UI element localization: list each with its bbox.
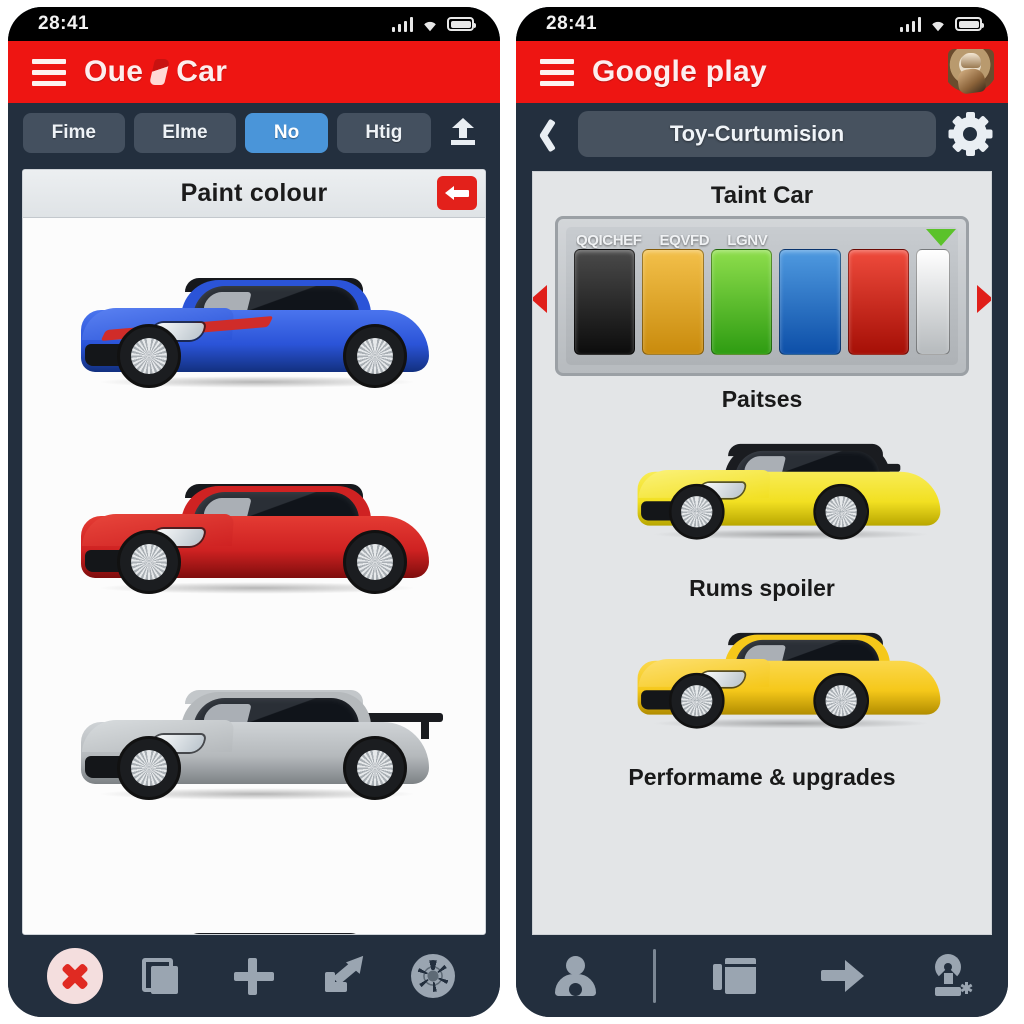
user-avatar-icon[interactable] <box>948 49 994 95</box>
swatch-red[interactable] <box>847 249 910 355</box>
list-item[interactable] <box>533 415 991 565</box>
right-appbar: Google play <box>516 41 1008 103</box>
status-icons <box>391 16 476 32</box>
list-item[interactable] <box>23 630 485 836</box>
right-arrow-icon[interactable] <box>813 947 871 1005</box>
chevron-left-icon[interactable] <box>538 117 564 153</box>
option-label-paitses: Paitses <box>721 386 803 412</box>
signal-icon <box>391 16 413 32</box>
person-icon[interactable] <box>546 947 604 1005</box>
silver-coupe-wing-image <box>59 658 449 808</box>
wifi-icon <box>424 21 436 31</box>
red-sedan-partial-image <box>59 901 449 934</box>
list-item[interactable] <box>23 424 485 630</box>
right-nav-bar: Toy-Curtumision <box>516 103 1008 165</box>
yellow-coupe-image <box>618 622 941 735</box>
blue-sports-coupe-image <box>59 246 449 396</box>
status-time: 28:41 <box>38 13 90 34</box>
page-title: Paint colour <box>180 179 328 207</box>
right-phone: 28:41 Google play Toy-Curtumision Taint … <box>516 7 1008 1017</box>
battery-icon <box>447 17 476 31</box>
red-muscle-car-image <box>59 452 449 602</box>
left-bottom-toolbar <box>8 935 500 1017</box>
tab-fime[interactable]: Fime <box>23 113 125 153</box>
yellow-muscle-car-spoiler-image <box>618 433 941 546</box>
duplicate-window-icon[interactable] <box>135 947 193 1005</box>
right-app-title: Google play <box>592 55 767 88</box>
plus-icon[interactable] <box>225 947 283 1005</box>
status-bar-right: 28:41 <box>516 7 1008 41</box>
toolbar-divider <box>653 949 657 1003</box>
left-app-title-suffix: Car <box>176 55 228 88</box>
app-logo-mark-icon <box>149 59 171 85</box>
signal-icon <box>899 16 921 32</box>
right-bottom-toolbar <box>516 935 1008 1017</box>
dual-phone-screenshot: 28:41 Oue Car Fime Elme No Htig Paint co… <box>0 0 1024 1024</box>
left-app-title-text: Oue <box>84 55 144 88</box>
tab-htig[interactable]: Htig <box>336 113 431 153</box>
swatch-black[interactable] <box>574 249 636 355</box>
panel-title: Taint Car <box>710 182 814 209</box>
box-window-icon[interactable] <box>706 947 764 1005</box>
swatch-gold[interactable] <box>642 249 704 355</box>
paint-colour-card: Paint colour <box>22 169 486 935</box>
left-phone: 28:41 Oue Car Fime Elme No Htig Paint co… <box>8 7 500 1017</box>
swatch-row <box>566 227 958 365</box>
left-app-title: Oue Car <box>84 55 227 89</box>
swatch-green[interactable] <box>710 249 773 355</box>
option-label-rums-spoiler: Rums spoiler <box>689 575 835 601</box>
status-bar-left: 28:41 <box>8 7 500 41</box>
battery-icon <box>955 17 984 31</box>
swatch-white[interactable] <box>916 249 951 355</box>
close-circle-icon[interactable] <box>46 947 104 1005</box>
hamburger-menu-icon[interactable] <box>32 58 66 86</box>
gear-icon[interactable] <box>948 112 992 156</box>
tab-no[interactable]: No <box>245 113 328 153</box>
dropdown-triangle-icon[interactable] <box>926 229 956 246</box>
swatch-box: QQICHEF EQVFD LGNV <box>555 216 969 376</box>
hamburger-menu-icon[interactable] <box>540 58 574 86</box>
customization-panel: Taint Car QQICHEF EQVFD LGNV Paitses Rum… <box>532 171 992 935</box>
colour-swatch-section: QQICHEF EQVFD LGNV <box>533 216 991 376</box>
list-item[interactable] <box>23 218 485 424</box>
share-arrow-icon[interactable] <box>315 947 373 1005</box>
wifi-icon <box>932 21 944 31</box>
list-item[interactable] <box>23 836 485 934</box>
prev-arrow-icon[interactable] <box>533 285 547 314</box>
upload-arrow-icon[interactable] <box>440 118 486 148</box>
swatch-blue[interactable] <box>779 249 841 355</box>
nav-title-field[interactable]: Toy-Curtumision <box>578 111 936 157</box>
left-tab-strip: Fime Elme No Htig <box>8 103 500 163</box>
card-header: Paint colour <box>23 170 485 218</box>
list-item[interactable] <box>533 604 991 754</box>
question-mark-icon[interactable] <box>920 947 978 1005</box>
wheel-rim-icon[interactable] <box>404 947 462 1005</box>
status-time: 28:41 <box>546 13 598 34</box>
tab-elme[interactable]: Elme <box>133 113 237 153</box>
left-appbar: Oue Car <box>8 41 500 103</box>
option-label-performance-upgrades: Performame & upgrades <box>628 764 896 790</box>
next-arrow-icon[interactable] <box>977 285 991 314</box>
car-list[interactable] <box>23 218 485 934</box>
status-icons <box>899 16 984 32</box>
back-arrow-icon[interactable] <box>437 176 477 210</box>
